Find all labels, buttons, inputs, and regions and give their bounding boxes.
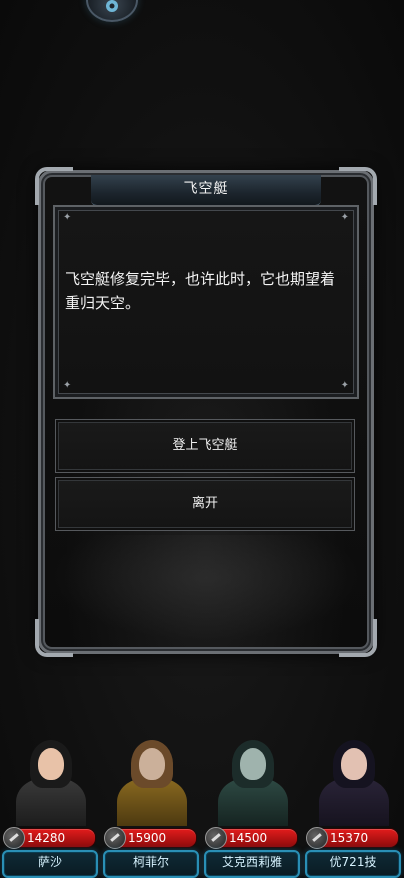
star-ornament-icon: ✦ [63, 212, 72, 223]
sword-icon [205, 827, 227, 849]
character-portrait [311, 726, 395, 826]
dialog-message: 飞空艇修复完毕，也许此时，它也期望着重归天空。 [65, 270, 336, 312]
frame-corner [339, 167, 377, 205]
star-ornament-icon: ✦ [340, 212, 349, 223]
hp-bar: 15370 [306, 827, 399, 849]
hp-value: 14280 [27, 831, 66, 845]
dialog-title-bar: 飞空艇 [91, 175, 321, 206]
sword-icon [104, 827, 126, 849]
dialog-background-texture [51, 535, 361, 641]
party-member-aikexiliya[interactable]: 14500 艾克西莉雅 [202, 726, 302, 878]
hp-bar: 14500 [205, 827, 298, 849]
dialog-title: 飞空艇 [183, 181, 229, 197]
character-name: 柯菲尔 [103, 850, 199, 878]
party-member-you721ji[interactable]: 15370 优721技 [303, 726, 403, 878]
message-box: ✦ ✦ ✦ ✦ 飞空艇修复完毕，也许此时，它也期望着重归天空。 [53, 205, 359, 399]
party-member-kefier[interactable]: 15900 柯菲尔 [101, 726, 201, 878]
frame-corner [35, 167, 73, 205]
settings-gear-button[interactable] [86, 0, 138, 22]
hp-bar: 14280 [3, 827, 96, 849]
board-airship-button[interactable]: 登上飞空艇 [55, 419, 355, 473]
hp-value: 15370 [330, 831, 369, 845]
party-bar: 14280 萨沙 15900 柯菲尔 14500 艾克西莉雅 15370 优72… [0, 726, 404, 878]
star-ornament-icon: ✦ [340, 380, 349, 391]
character-name: 优721技 [305, 850, 401, 878]
character-name: 萨沙 [2, 850, 98, 878]
character-portrait [210, 726, 294, 826]
star-ornament-icon: ✦ [63, 380, 72, 391]
sword-icon [306, 827, 328, 849]
event-dialog: 飞空艇 ✦ ✦ ✦ ✦ 飞空艇修复完毕，也许此时，它也期望着重归天空。 登上飞空… [35, 167, 377, 657]
sword-icon [3, 827, 25, 849]
character-name: 艾克西莉雅 [204, 850, 300, 878]
hp-value: 15900 [128, 831, 167, 845]
character-portrait [8, 726, 92, 826]
party-member-sasha[interactable]: 14280 萨沙 [0, 726, 100, 878]
character-portrait [109, 726, 193, 826]
gear-icon [106, 0, 118, 12]
hp-bar: 15900 [104, 827, 197, 849]
leave-button[interactable]: 离开 [55, 477, 355, 531]
hp-value: 14500 [229, 831, 268, 845]
